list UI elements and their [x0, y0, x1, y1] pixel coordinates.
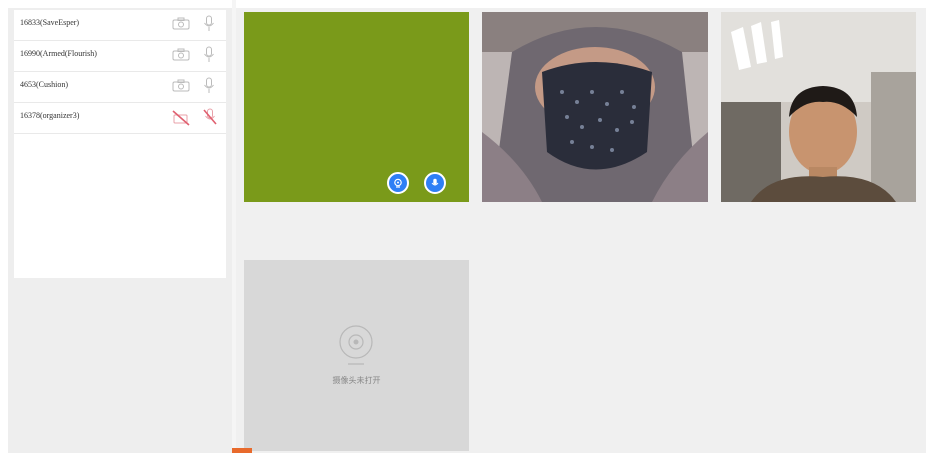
video-tile-remote[interactable]	[721, 12, 916, 202]
video-grid: 摄像头未打开	[236, 8, 926, 453]
video-tile-local[interactable]	[244, 12, 469, 202]
top-bar	[0, 0, 941, 8]
microphone-icon[interactable]	[203, 15, 215, 33]
participant-name: 4653(Cushion)	[20, 80, 68, 89]
microphone-icon[interactable]	[203, 77, 215, 95]
participant-row[interactable]: 16378(organizer3)	[14, 103, 226, 134]
video-tile-remote[interactable]	[482, 12, 708, 202]
video-frame-masked-person	[482, 12, 708, 202]
camera-icon[interactable]	[172, 17, 190, 30]
participant-row[interactable]: 16833(SaveEsper)	[14, 10, 226, 41]
participant-row[interactable]: 16990(Armed(Flourish)	[14, 41, 226, 72]
bottom-bar	[0, 453, 941, 459]
participant-list: 16833(SaveEsper) 16990(Armed(Flourish) 4…	[14, 10, 226, 278]
participant-panel: 16833(SaveEsper) 16990(Armed(Flourish) 4…	[8, 8, 232, 453]
webcam-icon	[339, 325, 373, 365]
participant-name: 16378(organizer3)	[20, 111, 80, 120]
video-tile-camera-off[interactable]: 摄像头未打开	[244, 260, 469, 451]
camera-toggle-button[interactable]	[387, 172, 409, 194]
microphone-disabled-icon[interactable]	[203, 108, 217, 126]
participant-name: 16833(SaveEsper)	[20, 18, 80, 27]
microphone-icon[interactable]	[203, 46, 215, 64]
participant-row[interactable]: 4653(Cushion)	[14, 72, 226, 103]
microphone-toggle-button[interactable]	[424, 172, 446, 194]
camera-disabled-icon[interactable]	[172, 110, 190, 126]
participant-name: 16990(Armed(Flourish)	[20, 49, 97, 58]
video-frame-man	[721, 12, 916, 202]
camera-icon[interactable]	[172, 79, 190, 92]
camera-icon[interactable]	[172, 48, 190, 61]
camera-off-label: 摄像头未打开	[332, 376, 381, 385]
